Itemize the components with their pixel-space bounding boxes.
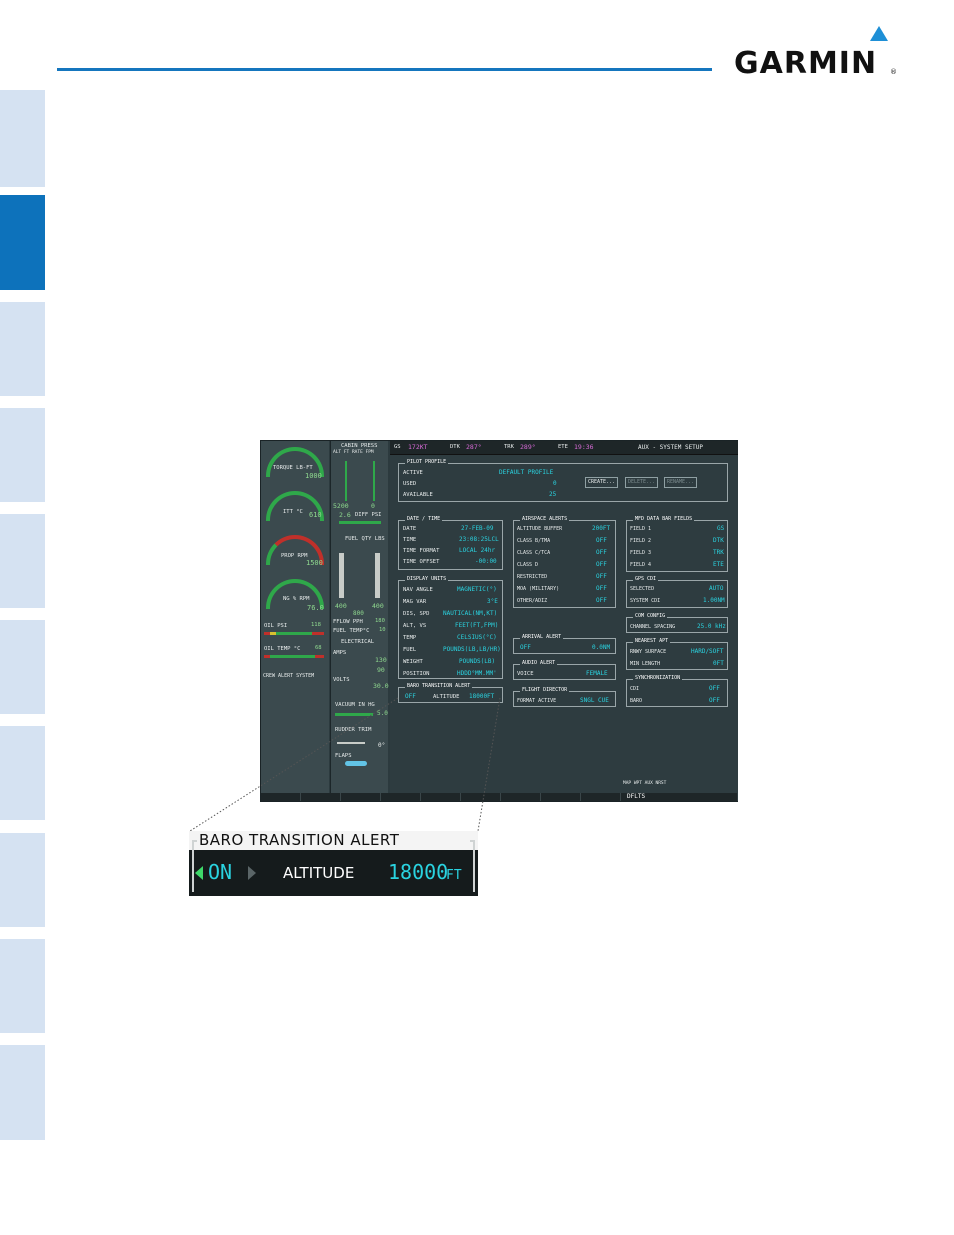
callout-line-right (477, 697, 501, 832)
baro-transition-zoom-inset: BARO TRANSITION ALERT ON ALTITUDE 18000 … (189, 831, 478, 896)
zoom-altitude-label: ALTITUDE (283, 864, 355, 882)
callout-line-left (189, 697, 399, 832)
zoom-state-value[interactable]: ON (208, 862, 232, 882)
callout-lines (189, 697, 501, 832)
zoom-altitude-unit: FT (446, 868, 462, 883)
left-arrow-icon[interactable] (195, 866, 203, 880)
zoom-right-bracket (470, 840, 475, 892)
zoom-altitude-value[interactable]: 18000 (388, 862, 448, 882)
zoom-title: BARO TRANSITION ALERT (199, 831, 400, 849)
right-arrow-icon[interactable] (248, 866, 256, 880)
